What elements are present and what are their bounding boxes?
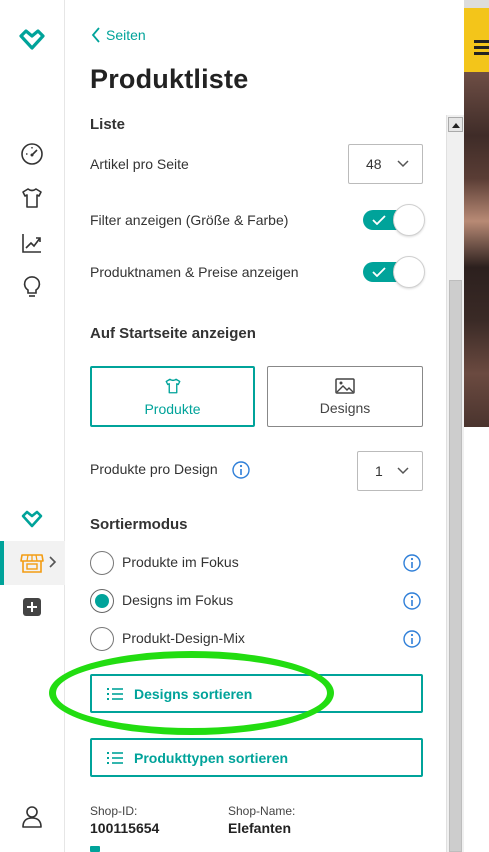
lightbulb-icon[interactable] — [18, 273, 46, 301]
partial-link-icon — [90, 846, 100, 852]
info-icon[interactable] — [403, 592, 421, 610]
page-preview — [464, 0, 489, 852]
items-per-page-label: Artikel pro Seite — [90, 156, 189, 172]
settings-panel: Seiten Produktliste Liste Artikel pro Se… — [66, 0, 446, 852]
show-filter-toggle[interactable] — [363, 204, 425, 236]
products-per-design-select[interactable]: 1 — [357, 451, 423, 491]
designs-mode-label: Designs — [319, 399, 371, 416]
shop-id-label: Shop-ID: — [90, 804, 138, 818]
designs-mode-button[interactable]: Designs — [267, 366, 423, 427]
radio-label-products-focus: Produkte im Fokus — [122, 554, 239, 570]
radio-designs-focus[interactable] — [90, 589, 114, 613]
checkmark-icon — [372, 267, 386, 277]
dashboard-gauge-icon[interactable] — [18, 140, 46, 168]
tshirt-icon — [165, 378, 180, 393]
preview-header-banner — [464, 8, 489, 72]
checkmark-icon — [372, 215, 386, 225]
section-heading-home: Auf Startseite anzeigen — [90, 325, 256, 342]
list-icon — [107, 751, 123, 764]
list-icon — [107, 687, 123, 700]
sort-designs-label: Designs sortieren — [134, 685, 253, 702]
back-link[interactable]: Seiten — [90, 26, 146, 44]
panel-scrollbar[interactable] — [446, 115, 464, 852]
chevron-down-icon — [397, 160, 409, 168]
items-per-page-value: 48 — [366, 156, 382, 172]
sort-designs-button[interactable]: Designs sortieren — [90, 674, 423, 713]
radio-label-product-design-mix: Produkt-Design-Mix — [122, 630, 245, 646]
shop-name-value: Elefanten — [228, 820, 292, 836]
show-filter-label: Filter anzeigen (Größe & Farbe) — [90, 212, 289, 228]
products-per-design-label: Produkte pro Design — [90, 461, 218, 477]
chevron-left-icon — [91, 27, 100, 43]
preview-photo — [464, 72, 489, 427]
section-heading-list: Liste — [90, 116, 126, 133]
products-per-design-value: 1 — [375, 463, 383, 479]
rail-active-indicator — [0, 541, 4, 585]
shop-id-value: 100115654 — [90, 820, 160, 836]
tshirt-icon[interactable] — [18, 184, 46, 212]
items-per-page-select[interactable]: 48 — [348, 144, 423, 184]
chevron-down-icon — [397, 467, 409, 475]
products-mode-button[interactable]: Produkte — [90, 366, 255, 427]
radio-label-designs-focus: Designs im Fokus — [122, 592, 234, 608]
radio-products-focus[interactable] — [90, 551, 114, 575]
show-names-prices-label: Produktnamen & Preise anzeigen — [90, 264, 299, 280]
section-heading-sort: Sortiermodus — [90, 516, 188, 533]
info-icon[interactable] — [232, 461, 250, 479]
shop-name-label: Shop-Name: — [228, 804, 296, 818]
logo-heart-icon[interactable] — [18, 26, 46, 54]
radio-product-design-mix[interactable] — [90, 627, 114, 651]
shop-store-icon[interactable] — [18, 549, 46, 577]
logo-small-icon[interactable] — [18, 505, 46, 533]
back-link-label: Seiten — [106, 27, 146, 43]
image-icon — [335, 377, 355, 394]
show-names-prices-toggle[interactable] — [363, 256, 425, 288]
info-icon[interactable] — [403, 554, 421, 572]
chart-growth-icon[interactable] — [18, 229, 46, 257]
sort-product-types-label: Produkttypen sortieren — [134, 749, 289, 766]
add-square-icon[interactable] — [18, 593, 46, 621]
products-mode-label: Produkte — [144, 400, 201, 417]
sort-product-types-button[interactable]: Produkttypen sortieren — [90, 738, 423, 777]
chevron-right-icon[interactable] — [47, 555, 57, 574]
scroll-thumb[interactable] — [449, 280, 462, 852]
page-title: Produktliste — [90, 64, 249, 94]
icon-rail — [0, 0, 65, 852]
user-icon[interactable] — [18, 803, 46, 831]
scroll-up-arrow-icon[interactable] — [448, 117, 463, 132]
info-icon[interactable] — [403, 630, 421, 648]
hamburger-menu-icon[interactable] — [474, 40, 489, 55]
